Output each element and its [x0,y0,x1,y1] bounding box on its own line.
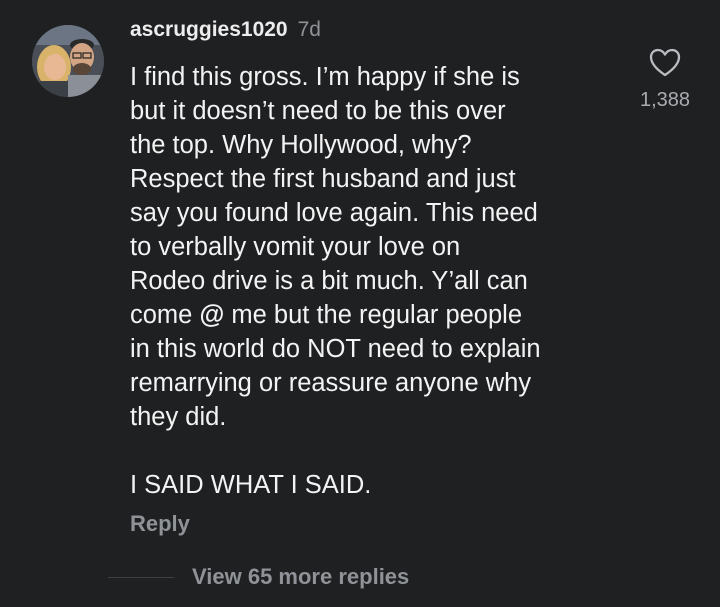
comment-line: to verbally vomit your love on [130,233,461,261]
comment-header: ascruggies1020 7d [130,18,321,42]
username[interactable]: ascruggies1020 [130,18,288,42]
reply-button[interactable]: Reply [130,511,190,537]
threads-icon: @ [199,301,225,329]
comment-line: in this world do NOT need to explain [130,335,541,363]
view-more-replies-button[interactable]: View 65 more replies [192,564,409,590]
profile-photo-icon [32,25,104,97]
divider [108,576,174,578]
avatar[interactable] [32,25,104,97]
comment-line: remarrying or reassure anyone why [130,369,532,397]
comment-line: Respect the first husband and just [130,165,516,193]
like-count: 1,388 [639,89,691,111]
heart-icon[interactable] [649,48,681,78]
comment-body: I find this gross. I’m happy if she is b… [130,60,610,502]
comment-text: me but the regular people [224,301,523,329]
comment-line: say you found love again. This need [130,199,538,227]
comment-closing: I SAID WHAT I SAID. [130,471,372,499]
comment-line: they did. [130,403,227,431]
comment-line: I find this gross. I’m happy if she is [130,63,520,91]
comment-text: come [130,301,200,329]
comment-line: the top. Why Hollywood, why? [130,131,472,159]
timestamp: 7d [297,18,321,41]
comment-line: Rodeo drive is a bit much. Y’all can [130,267,528,295]
comment-line-mention: come @ me but the regular people [130,298,610,332]
view-replies-row: View 65 more replies [108,564,409,590]
comment-line: but it doesn’t need to be this over [130,97,506,125]
like-section: 1,388 [630,48,700,112]
